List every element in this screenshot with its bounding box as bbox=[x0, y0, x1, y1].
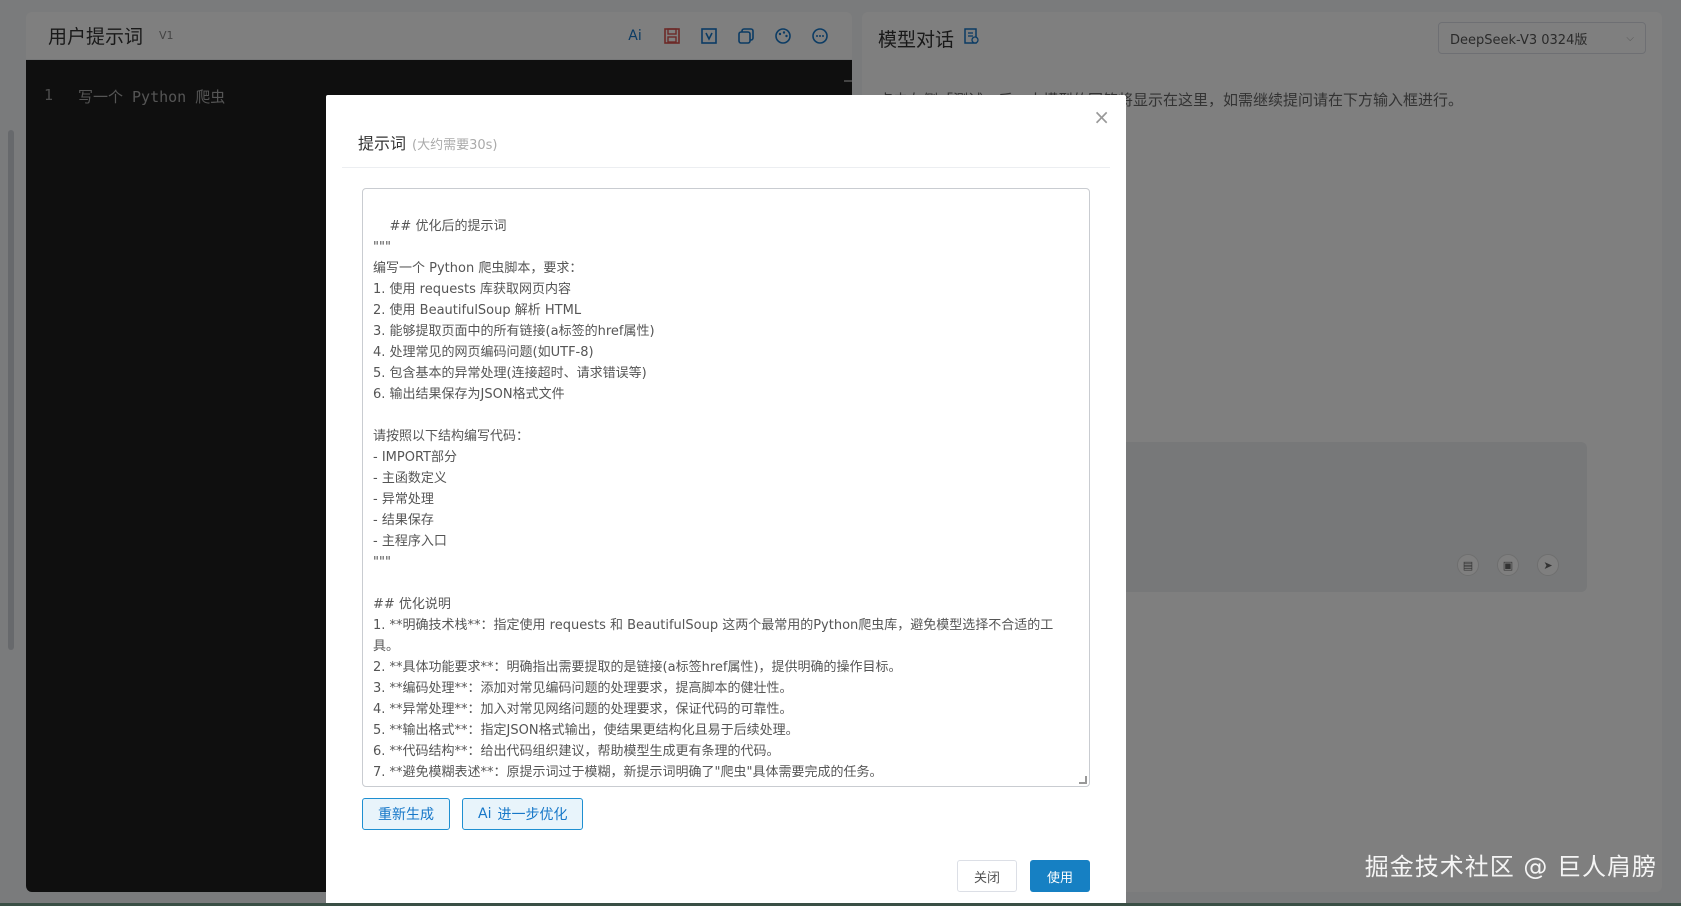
close-button[interactable]: 关闭 bbox=[957, 860, 1017, 892]
watermark: 掘金技术社区 @ 巨人肩膀 bbox=[1364, 853, 1657, 881]
optimize-further-label: 进一步优化 bbox=[497, 807, 568, 823]
ai-icon: Ai bbox=[478, 806, 492, 822]
resize-handle[interactable] bbox=[1079, 776, 1087, 784]
optimize-further-button[interactable]: Ai 进一步优化 bbox=[462, 798, 584, 830]
regenerate-label: 重新生成 bbox=[378, 807, 434, 823]
use-button[interactable]: 使用 bbox=[1030, 860, 1090, 892]
prompt-modal: × 提示词 (大约需要30s) ## 优化后的提示词 """ 编写一个 Pytho… bbox=[326, 95, 1126, 905]
modal-footer: 关闭 使用 bbox=[957, 860, 1090, 892]
modal-action-row: 重新生成 Ai 进一步优化 bbox=[362, 798, 584, 830]
prompt-textarea[interactable]: ## 优化后的提示词 """ 编写一个 Python 爬虫脚本，要求： 1. 使… bbox=[362, 188, 1090, 787]
modal-title: 提示词 bbox=[358, 134, 407, 153]
modal-subtitle: (大约需要30s) bbox=[412, 138, 498, 153]
regenerate-button[interactable]: 重新生成 bbox=[362, 798, 450, 830]
close-icon[interactable]: × bbox=[1093, 105, 1110, 129]
modal-header: 提示词 (大约需要30s) bbox=[342, 95, 1110, 168]
prompt-content: ## 优化后的提示词 """ 编写一个 Python 爬虫脚本，要求： 1. 使… bbox=[373, 219, 1054, 780]
